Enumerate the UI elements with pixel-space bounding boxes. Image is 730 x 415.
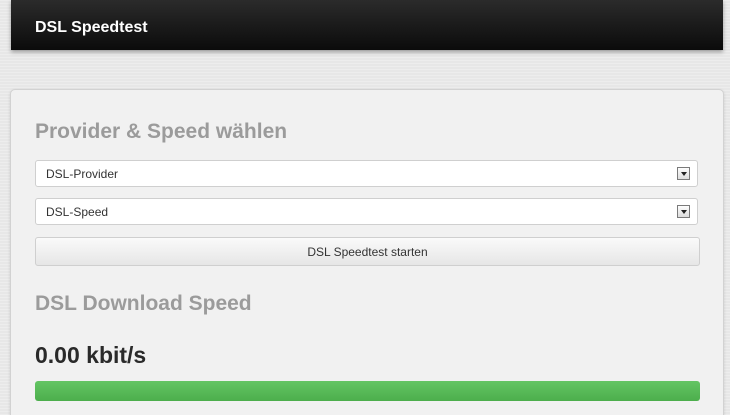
provider-select-value: DSL-Provider xyxy=(46,167,119,181)
dropdown-arrow-icon[interactable] xyxy=(677,205,690,218)
speed-select[interactable]: DSL-Speed xyxy=(35,198,698,225)
provider-select[interactable]: DSL-Provider xyxy=(35,160,698,187)
dropdown-arrow-icon[interactable] xyxy=(677,167,690,180)
start-speedtest-button[interactable]: DSL Speedtest starten xyxy=(35,237,700,266)
download-progress-bar xyxy=(35,381,700,401)
main-panel: Provider & Speed wählen DSL-Provider DSL… xyxy=(10,89,724,415)
download-speed-value: 0.00 kbit/s xyxy=(35,342,147,368)
speed-select-value: DSL-Speed xyxy=(46,205,109,219)
top-navbar: DSL Speedtest xyxy=(11,0,723,50)
app-title: DSL Speedtest xyxy=(35,19,148,36)
download-section-title: DSL Download Speed xyxy=(35,292,252,315)
download-progress-fill xyxy=(35,381,700,401)
provider-section-title: Provider & Speed wählen xyxy=(35,120,288,143)
